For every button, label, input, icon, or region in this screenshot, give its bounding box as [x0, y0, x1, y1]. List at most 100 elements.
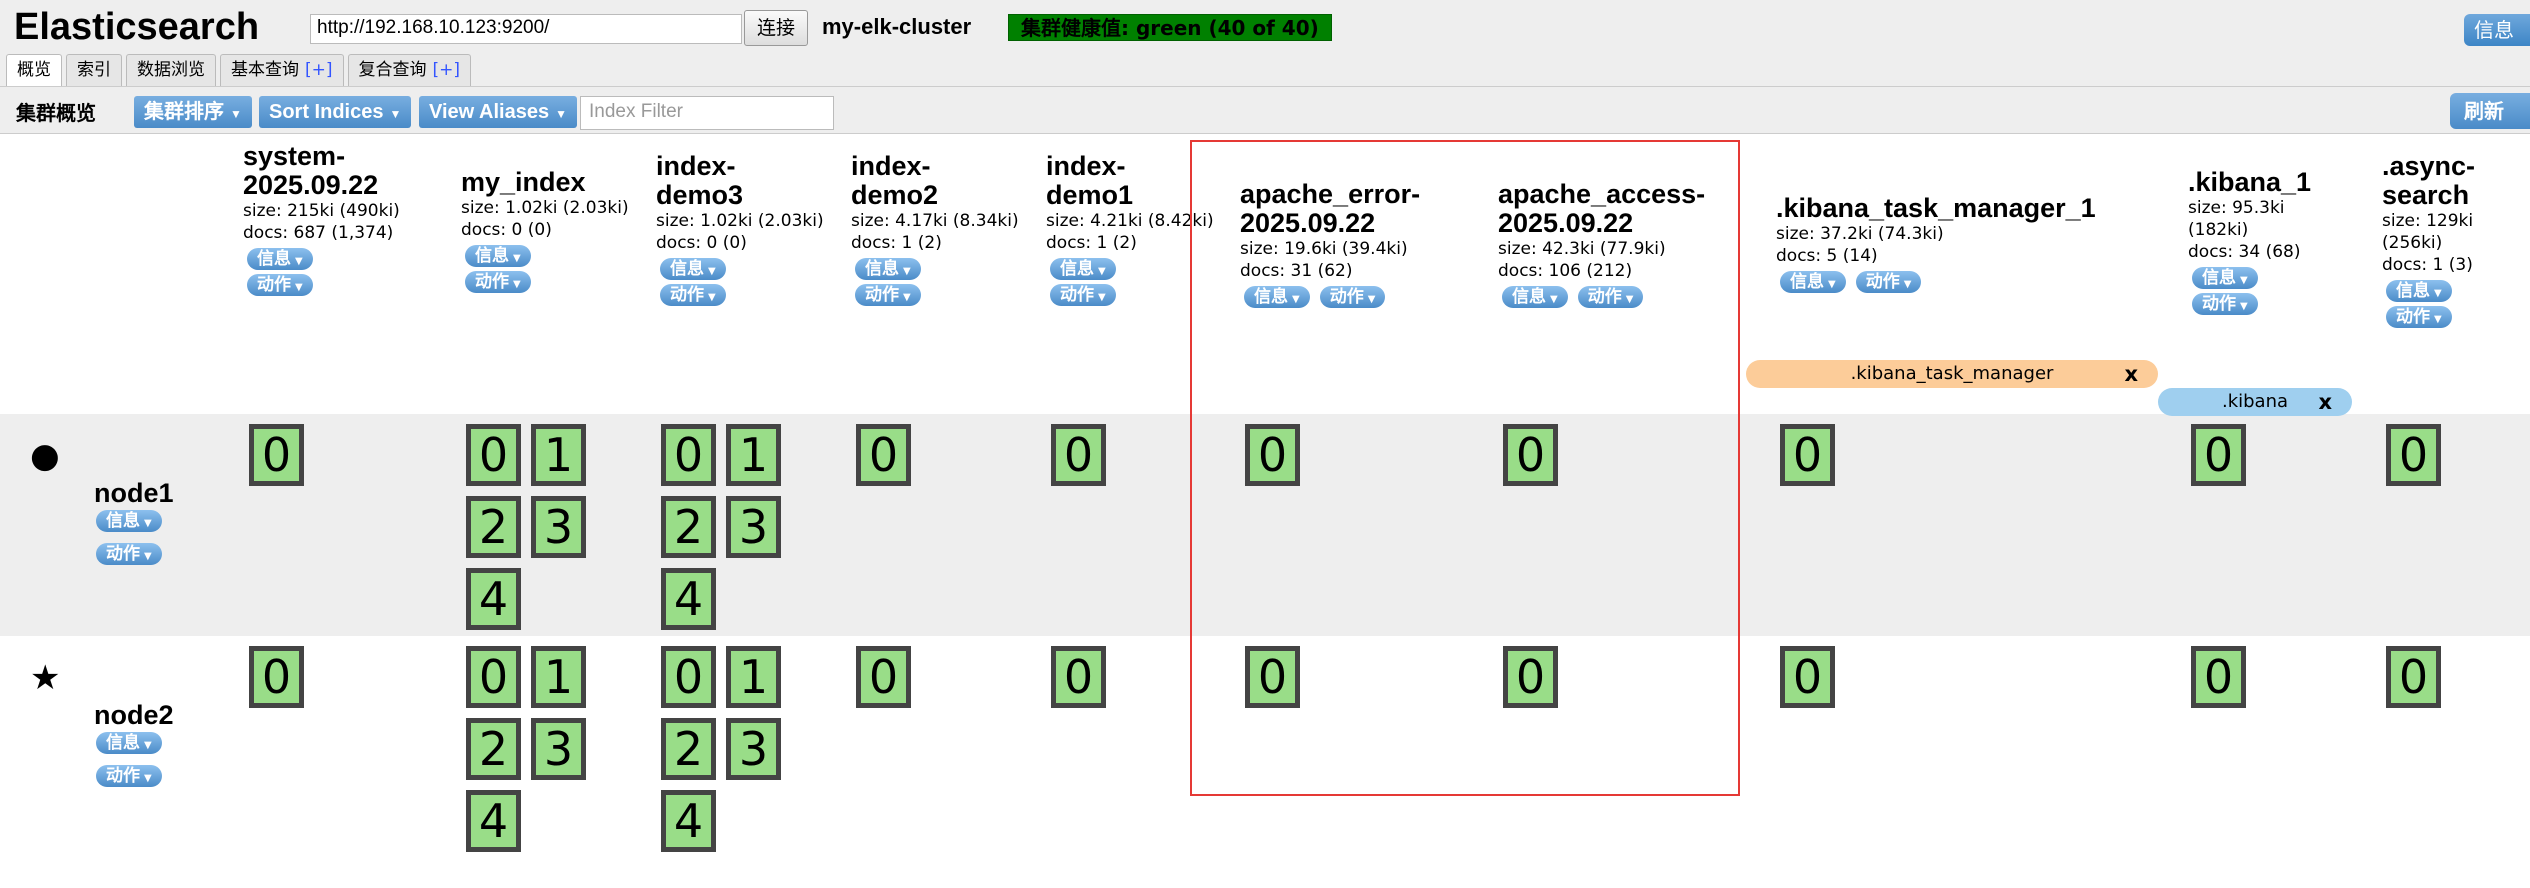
- chevron-down-icon: ▼: [2240, 301, 2248, 312]
- chevron-down-icon: ▼: [144, 773, 152, 784]
- index-info-button[interactable]: 信息 ▼: [247, 248, 313, 270]
- shard-box[interactable]: 0: [1503, 424, 1558, 486]
- shard-box[interactable]: 0: [466, 646, 521, 708]
- index-size: size: 4.17ki (8.34ki): [851, 211, 1019, 231]
- node-action-button[interactable]: 动作 ▼: [96, 543, 162, 565]
- index-info-button[interactable]: 信息 ▼: [855, 258, 921, 280]
- shard-box[interactable]: 4: [661, 790, 716, 852]
- node-action-button[interactable]: 动作 ▼: [96, 765, 162, 787]
- chevron-down-icon: ▼: [1367, 294, 1376, 305]
- shard-box[interactable]: 0: [249, 646, 304, 708]
- index-action-button[interactable]: 动作 ▼: [2386, 306, 2452, 328]
- shard-box[interactable]: 0: [2386, 424, 2441, 486]
- index-action-button[interactable]: 动作 ▼: [247, 274, 313, 296]
- shard-box[interactable]: 0: [466, 424, 521, 486]
- index-info-button[interactable]: 信息 ▼: [1050, 258, 1116, 280]
- index-docs: docs: 687 (1,374): [243, 223, 394, 243]
- shard-box[interactable]: 2: [661, 718, 716, 780]
- shard-box[interactable]: 4: [466, 790, 521, 852]
- shard-box[interactable]: 0: [1503, 646, 1558, 708]
- connect-button[interactable]: 连接: [744, 10, 808, 46]
- close-icon[interactable]: x: [2124, 360, 2138, 388]
- index-info-button[interactable]: 信息 ▼: [660, 258, 726, 280]
- index-name: index-demo2: [851, 151, 939, 210]
- refresh-button[interactable]: 刷新: [2450, 93, 2530, 129]
- index-action-button[interactable]: 动作 ▼: [1577, 286, 1644, 308]
- shard-box[interactable]: 1: [531, 646, 586, 708]
- tab-overview[interactable]: 概览: [6, 54, 62, 86]
- node-info-button[interactable]: 信息 ▼: [96, 510, 162, 532]
- shard-box[interactable]: 1: [726, 646, 781, 708]
- index-action-button[interactable]: 动作 ▼: [1319, 286, 1386, 308]
- close-icon[interactable]: x: [2318, 388, 2332, 416]
- shard-box[interactable]: 0: [856, 424, 911, 486]
- info-menu-button[interactable]: 信息: [2464, 14, 2530, 46]
- index-info-button[interactable]: 信息 ▼: [2386, 280, 2452, 302]
- tab-basic-query[interactable]: 基本查询 [+]: [220, 54, 344, 86]
- index-info-button[interactable]: 信息 ▼: [2192, 267, 2258, 289]
- shard-box[interactable]: 0: [1780, 424, 1835, 486]
- shard-box[interactable]: 3: [531, 496, 586, 558]
- shard-box[interactable]: 2: [661, 496, 716, 558]
- shard-box[interactable]: 0: [249, 424, 304, 486]
- view-aliases-label: View Aliases: [429, 101, 550, 123]
- shard-box[interactable]: 3: [726, 496, 781, 558]
- index-action-button[interactable]: 动作 ▼: [1050, 284, 1116, 306]
- shard-box[interactable]: 0: [1780, 646, 1835, 708]
- pill-label: 信息: [865, 259, 899, 279]
- shard-box[interactable]: 4: [661, 568, 716, 630]
- alias-kibana[interactable]: .kibana x: [2158, 388, 2352, 416]
- alias-kibana-task-manager[interactable]: .kibana_task_manager x: [1746, 360, 2158, 388]
- index-info-button[interactable]: 信息 ▼: [1780, 271, 1846, 293]
- index-info-button[interactable]: 信息 ▼: [1502, 286, 1568, 308]
- index-action-button[interactable]: 动作 ▼: [660, 284, 726, 306]
- cluster-sort-button[interactable]: 集群排序 ▼: [134, 96, 252, 128]
- shard-box[interactable]: 2: [466, 496, 521, 558]
- shard-box[interactable]: 0: [2191, 646, 2246, 708]
- shard-box[interactable]: 0: [2386, 646, 2441, 708]
- shard-box[interactable]: 0: [1051, 646, 1106, 708]
- shard-box[interactable]: 3: [726, 718, 781, 780]
- tab-indices[interactable]: 索引: [66, 54, 122, 86]
- shard-box[interactable]: 3: [531, 718, 586, 780]
- cluster-url-input[interactable]: http://192.168.10.123:9200/: [310, 14, 742, 44]
- add-compound-query-link[interactable]: [+]: [433, 60, 461, 80]
- add-basic-query-link[interactable]: [+]: [305, 60, 333, 80]
- index-action-button[interactable]: 动作 ▼: [855, 284, 921, 306]
- sort-indices-button[interactable]: Sort Indices ▼: [259, 96, 412, 128]
- shard-box[interactable]: 0: [1051, 424, 1106, 486]
- tab-browser[interactable]: 数据浏览: [126, 54, 216, 86]
- shard-box[interactable]: 0: [2191, 424, 2246, 486]
- chevron-down-icon: ▼: [295, 256, 303, 267]
- index-info-button[interactable]: 信息 ▼: [1244, 286, 1310, 308]
- shard-box[interactable]: 1: [726, 424, 781, 486]
- chevron-down-icon: ▼: [1903, 279, 1912, 290]
- info-menu-label: 信息: [2474, 18, 2514, 42]
- shard-box[interactable]: 4: [466, 568, 521, 630]
- shard-box[interactable]: 0: [856, 646, 911, 708]
- index-name: .kibana_1: [2188, 167, 2312, 197]
- node-info-button[interactable]: 信息 ▼: [96, 732, 162, 754]
- chevron-down-icon: ▼: [295, 282, 303, 293]
- shard-box[interactable]: 1: [531, 424, 586, 486]
- tab-label: 概览: [17, 60, 51, 80]
- shard-box[interactable]: 0: [1245, 646, 1300, 708]
- app-title: Elasticsearch: [14, 6, 260, 48]
- chevron-down-icon: ▼: [1550, 294, 1558, 305]
- index-action-button[interactable]: 动作 ▼: [2192, 293, 2258, 315]
- chevron-down-icon: ▼: [513, 279, 521, 290]
- tab-compound-query[interactable]: 复合查询 [+]: [347, 54, 472, 86]
- shard-box[interactable]: 0: [1245, 424, 1300, 486]
- pill-label: 动作: [670, 285, 704, 305]
- index-filter-input[interactable]: Index Filter: [580, 96, 834, 130]
- pill-label: 动作: [2396, 307, 2430, 327]
- node-name: node2: [94, 700, 174, 730]
- shard-box[interactable]: 0: [661, 646, 716, 708]
- shard-box[interactable]: 0: [661, 424, 716, 486]
- index-action-button[interactable]: 动作 ▼: [465, 271, 531, 293]
- view-aliases-button[interactable]: View Aliases ▼: [419, 96, 577, 128]
- index-info-button[interactable]: 信息 ▼: [465, 245, 531, 267]
- index-action-button[interactable]: 动作 ▼: [1855, 271, 1922, 293]
- shard-box[interactable]: 2: [466, 718, 521, 780]
- chevron-down-icon: ▼: [1098, 292, 1106, 303]
